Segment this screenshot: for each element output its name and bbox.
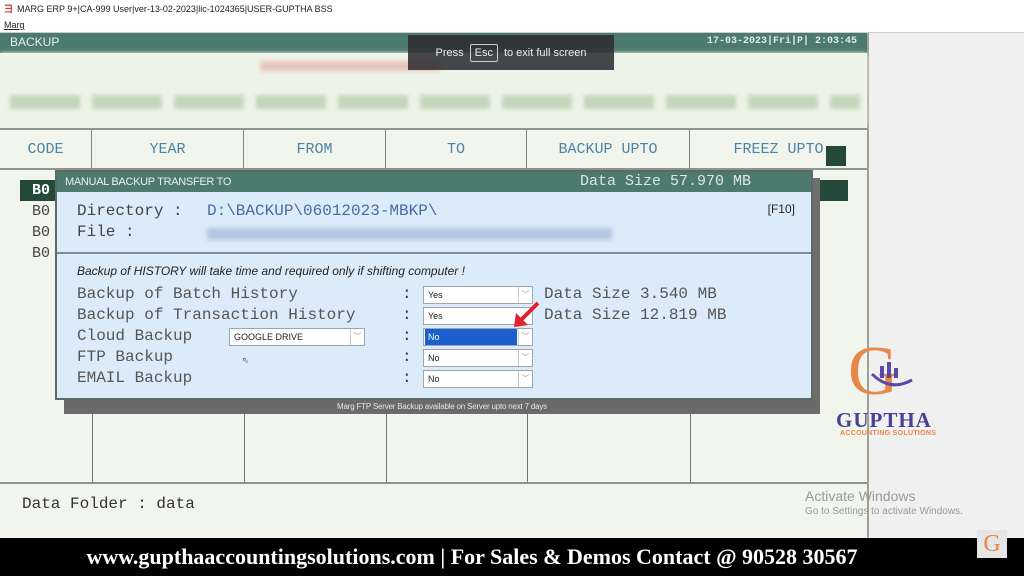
select-value: No — [428, 353, 440, 363]
select-value: No — [428, 374, 440, 384]
data-folder-label: Data Folder : data — [22, 495, 195, 513]
colon: : — [402, 327, 412, 345]
chevron-down-icon[interactable]: ﹀ — [518, 371, 532, 387]
col-code: CODE — [0, 130, 92, 168]
batch-history-label: Backup of Batch History — [77, 285, 298, 303]
growth-chart-icon — [870, 362, 913, 387]
colon: : — [402, 369, 412, 387]
promo-banner: www.gupthaaccountingsolutions.com | For … — [0, 538, 1024, 576]
window-title: MARG ERP 9+|CA-999 User|ver-13-02-2023|l… — [17, 3, 333, 14]
screen-title: BACKUP — [10, 35, 60, 49]
chevron-down-icon[interactable]: ﹀ — [518, 329, 532, 345]
cloud-backup-select[interactable]: No ﹀ — [423, 328, 533, 346]
ftp-backup-label: FTP Backup — [77, 348, 174, 366]
colon: : — [402, 348, 412, 366]
window-titlebar: ⺕ MARG ERP 9+|CA-999 User|ver-13-02-2023… — [0, 0, 1024, 17]
selected-row-edge — [826, 146, 846, 166]
fullscreen-toast: Press Esc to exit full screen — [408, 35, 614, 70]
promo-text: www.gupthaaccountingsolutions.com | For … — [86, 544, 858, 569]
watermark-line1: Activate Windows — [805, 488, 916, 504]
directory-input[interactable]: D:\BACKUP\06012023-MBKP\ — [207, 202, 437, 220]
datetime-readout: 17-03-2023|Fri|P| 2:03:45 — [706, 36, 857, 47]
menu-marg[interactable]: Marg — [4, 20, 25, 30]
marg-logo-icon: ⺕ — [4, 4, 14, 14]
brand-tagline: ACCOUNTING SOLUTIONS — [840, 430, 937, 437]
watermark-line2: Go to Settings to activate Windows. — [805, 506, 963, 517]
select-value: No — [425, 329, 517, 345]
file-label: File : — [77, 223, 135, 241]
transaction-history-label: Backup of Transaction History — [77, 306, 356, 324]
total-data-size: Data Size 57.970 MB — [579, 173, 751, 190]
destination-section: Directory : D:\BACKUP\06012023-MBKP\ Fil… — [57, 192, 811, 254]
cloud-backup-label: Cloud Backup — [77, 327, 193, 345]
guptha-logo: G GUPTHA ACCOUNTING SOLUTIONS — [836, 333, 946, 438]
ftp-server-note: Marg FTP Server Backup available on Serv… — [64, 400, 820, 413]
select-value: Yes — [428, 311, 443, 321]
history-note: Backup of HISTORY will take time and req… — [77, 264, 465, 278]
red-arrow-annotation-icon — [514, 301, 540, 327]
guptha-mini-logo-icon: G — [977, 530, 1007, 558]
esc-key: Esc — [469, 43, 498, 62]
transaction-history-size: Data Size 12.819 MB — [544, 306, 727, 324]
toast-rest: to exit full screen — [503, 46, 587, 59]
colon: : — [402, 285, 412, 303]
col-to: TO — [386, 130, 527, 168]
dialog-title: MANUAL BACKUP TRANSFER TO — [65, 176, 232, 188]
col-from: FROM — [244, 130, 386, 168]
col-year: YEAR — [92, 130, 244, 168]
directory-label: Directory : — [77, 202, 183, 220]
mouse-cursor-icon: ⇖ — [242, 353, 250, 367]
windows-activation-watermark: Activate Windows Go to Settings to activ… — [805, 488, 963, 517]
chevron-down-icon[interactable]: ﹀ — [350, 329, 364, 345]
manual-backup-dialog: MANUAL BACKUP TRANSFER TO Data Size 57.9… — [55, 170, 813, 400]
file-input-blurred[interactable] — [207, 228, 612, 240]
select-value: Yes — [428, 290, 443, 300]
email-backup-label: EMAIL Backup — [77, 369, 193, 387]
colon: : — [402, 306, 412, 324]
grid-header: CODE YEAR FROM TO BACKUP UPTO FREEZ UPTO — [0, 128, 867, 170]
email-backup-select[interactable]: No ﹀ — [423, 370, 533, 388]
ftp-backup-select[interactable]: No ﹀ — [423, 349, 533, 367]
select-value: GOOGLE DRIVE — [234, 332, 304, 342]
chevron-down-icon[interactable]: ﹀ — [518, 350, 532, 366]
batch-history-size: Data Size 3.540 MB — [544, 285, 717, 303]
col-backup-upto: BACKUP UPTO — [527, 130, 690, 168]
divider — [0, 482, 867, 484]
f10-hint: [F10] — [767, 202, 795, 216]
cloud-provider-select[interactable]: GOOGLE DRIVE ﹀ — [229, 328, 365, 346]
dialog-titlebar: MANUAL BACKUP TRANSFER TO Data Size 57.9… — [57, 172, 811, 192]
options-section: Backup of HISTORY will take time and req… — [57, 254, 811, 400]
toast-press: Press — [435, 46, 464, 59]
menu-bar: Marg — [0, 17, 1024, 33]
